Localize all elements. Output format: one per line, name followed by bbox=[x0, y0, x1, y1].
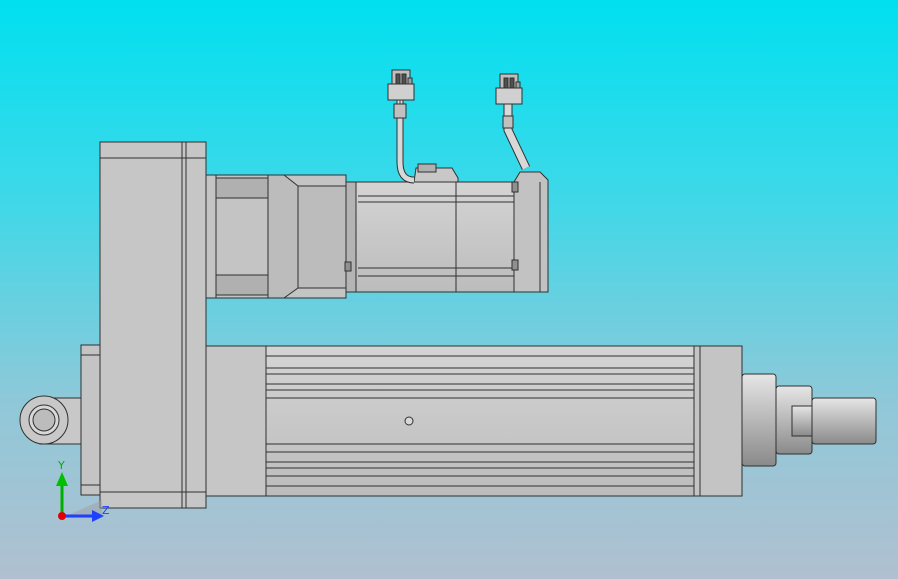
connector-1 bbox=[387, 69, 415, 101]
front-end-cap bbox=[693, 345, 743, 497]
servo-motor bbox=[355, 163, 549, 293]
connector-2 bbox=[495, 73, 523, 105]
motor-cable-2 bbox=[502, 104, 531, 170]
rear-end-cap bbox=[80, 344, 102, 496]
actuator-tube bbox=[205, 345, 695, 497]
belt-housing bbox=[99, 141, 207, 509]
actuator-model[interactable] bbox=[0, 0, 898, 579]
axis-y-label: Y bbox=[58, 459, 65, 472]
motor-adapter bbox=[205, 174, 357, 299]
cad-viewport[interactable]: Y Z bbox=[0, 0, 898, 579]
axis-z-label: Z bbox=[102, 504, 110, 517]
piston-rod bbox=[741, 373, 877, 467]
